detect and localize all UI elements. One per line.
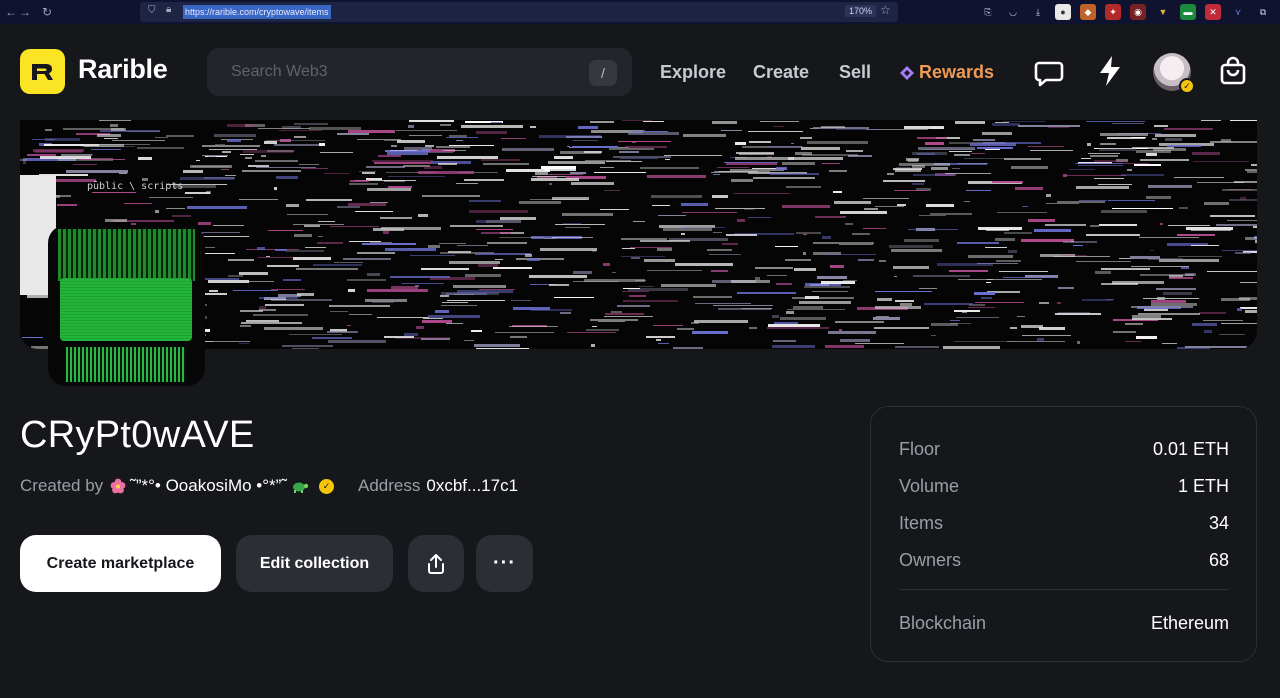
stat-label: Items bbox=[899, 513, 944, 533]
stat-label: Volume bbox=[899, 476, 960, 496]
extension-icons: ⎘ ◡ ⤓ ● ◆ ✦ ◉ ▼ ▬ ✕ ⋎ ⧉ bbox=[980, 4, 1271, 20]
edit-collection-button[interactable]: Edit collection bbox=[236, 535, 393, 592]
address-bar[interactable]: ⛉ 🔒︎ https://rarible.com/cryptowave/item… bbox=[140, 2, 898, 22]
extension-icon[interactable]: ✕ bbox=[1205, 4, 1221, 20]
nav-create[interactable]: Create bbox=[753, 62, 809, 83]
creator-name[interactable]: ˜”*°• OoakosiMo •°*”˜ bbox=[130, 476, 287, 496]
avatar-green-top bbox=[58, 229, 195, 281]
stat-value: 0.01 ETH bbox=[1152, 439, 1229, 459]
extension-icon[interactable]: ✦ bbox=[1105, 4, 1121, 20]
search-shortcut-key: / bbox=[589, 60, 617, 86]
stat-value: Ethereum bbox=[1150, 613, 1229, 633]
download-icon[interactable]: ⤓ bbox=[1030, 4, 1046, 20]
extension-icon[interactable]: ▬ bbox=[1180, 4, 1196, 20]
stat-floor: Floor 0.01 ETH bbox=[899, 439, 1229, 460]
verified-badge-icon: ✓ bbox=[1179, 78, 1195, 94]
glitch-artwork bbox=[20, 120, 1257, 349]
nav-sell[interactable]: Sell bbox=[839, 62, 871, 83]
browser-toolbar: ← → ↻ ⛉ 🔒︎ https://rarible.com/cryptowav… bbox=[0, 0, 1280, 24]
nav-explore[interactable]: Explore bbox=[660, 62, 726, 83]
shield-icon[interactable]: ⛉ bbox=[148, 5, 156, 16]
extension-icon[interactable]: ⋎ bbox=[1230, 4, 1246, 20]
collection-banner-image: public \ scripts bbox=[20, 120, 1257, 349]
rewards-label: Rewards bbox=[919, 62, 995, 82]
search-box[interactable]: / bbox=[207, 48, 632, 96]
more-options-button[interactable]: ··· bbox=[476, 535, 533, 592]
lock-icon[interactable]: 🔒︎ bbox=[166, 4, 171, 15]
address-label: Address bbox=[357, 476, 421, 495]
stat-blockchain: Blockchain Ethereum bbox=[899, 613, 1229, 634]
created-by-label: Created by bbox=[20, 476, 104, 495]
stat-label: Floor bbox=[899, 439, 941, 459]
extensions-puzzle-icon[interactable]: ⧉ bbox=[1255, 4, 1271, 20]
stat-label: Owners bbox=[899, 550, 962, 570]
bookmark-star-icon[interactable]: ☆ bbox=[880, 3, 891, 17]
banner-path-text: public \ scripts bbox=[87, 181, 184, 192]
extension-icon[interactable]: ● bbox=[1055, 4, 1071, 20]
stat-value: 68 bbox=[1208, 550, 1229, 570]
pocket-icon[interactable]: ◡ bbox=[1005, 4, 1021, 20]
avatar-green-bottom bbox=[66, 347, 186, 382]
collection-stats-card: Floor 0.01 ETH Volume 1 ETH Items 34 Own… bbox=[870, 406, 1257, 662]
lightning-bolt-icon[interactable] bbox=[1093, 54, 1127, 88]
creator-link[interactable]: ˜”*°• OoakosiMo •°*”˜ ✓ bbox=[110, 476, 334, 496]
forward-arrow-icon[interactable]: → bbox=[16, 3, 34, 21]
stats-divider bbox=[899, 589, 1229, 590]
extension-icon[interactable]: ◉ bbox=[1130, 4, 1146, 20]
url-text[interactable]: https://rarible.com/cryptowave/items bbox=[183, 5, 331, 19]
nav-rewards[interactable]: Rewards bbox=[900, 62, 994, 83]
hibiscus-flower-icon bbox=[110, 478, 126, 494]
turtle-icon bbox=[292, 482, 309, 493]
stat-label: Blockchain bbox=[899, 613, 987, 633]
contract-address[interactable]: 0xcbf...17c1 bbox=[426, 476, 518, 496]
create-marketplace-button[interactable]: Create marketplace bbox=[20, 535, 221, 592]
shopping-bag-icon[interactable] bbox=[1216, 54, 1250, 88]
rarible-logo-icon[interactable] bbox=[20, 49, 65, 94]
collection-title: CRyPt0wAVE bbox=[20, 414, 255, 456]
stat-items: Items 34 bbox=[899, 513, 1229, 534]
rewards-diamond-icon bbox=[900, 65, 914, 80]
share-icon bbox=[428, 553, 444, 574]
stat-volume: Volume 1 ETH bbox=[899, 476, 1229, 497]
zoom-level[interactable]: 170% bbox=[845, 5, 877, 17]
extension-icon[interactable]: ⎘ bbox=[980, 4, 996, 20]
logo-text[interactable]: Rarible bbox=[78, 54, 168, 85]
user-avatar[interactable]: ✓ bbox=[1153, 53, 1195, 94]
stat-owners: Owners 68 bbox=[899, 550, 1229, 571]
verified-creator-icon: ✓ bbox=[318, 478, 334, 494]
chat-icon[interactable] bbox=[1032, 56, 1066, 90]
stat-value: 1 ETH bbox=[1177, 476, 1229, 496]
collection-meta: Created by ˜”*°• OoakosiMo •°*”˜ ✓ Addre… bbox=[20, 476, 518, 496]
collection-avatar-image bbox=[48, 225, 205, 386]
stat-value: 34 bbox=[1208, 513, 1229, 533]
site-header: Rarible / Explore Create Sell Rewards ✓ bbox=[0, 24, 1280, 120]
reload-icon[interactable]: ↻ bbox=[38, 3, 56, 21]
extension-icon[interactable]: ▼ bbox=[1155, 4, 1171, 20]
search-input[interactable] bbox=[207, 48, 577, 96]
share-button[interactable] bbox=[408, 535, 464, 592]
metamask-icon[interactable]: ◆ bbox=[1080, 4, 1096, 20]
avatar-green-screen bbox=[60, 278, 192, 341]
